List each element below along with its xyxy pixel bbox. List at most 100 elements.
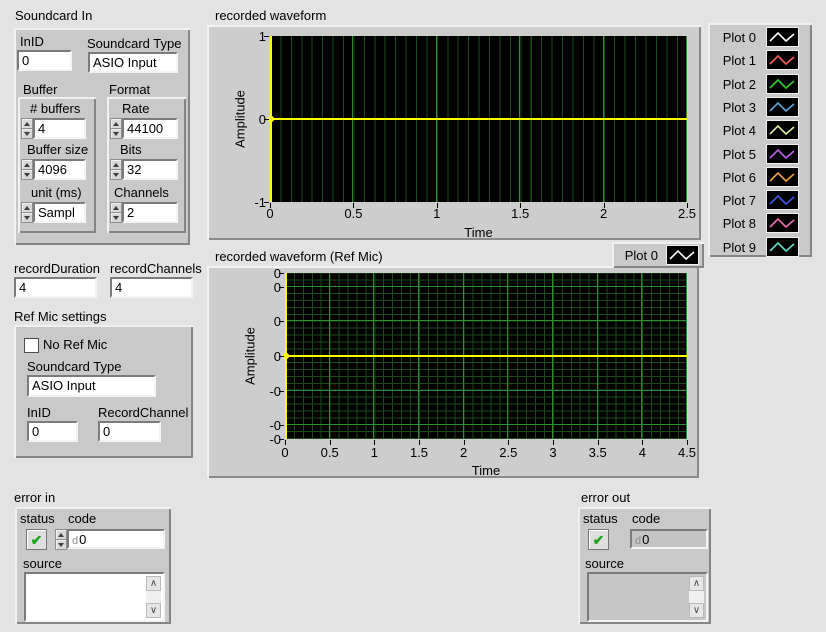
inid-label: InID	[20, 35, 44, 49]
record-channels-field[interactable]: 4	[110, 277, 193, 298]
check-icon: ✔	[31, 533, 43, 547]
x-tick-label: 0	[281, 445, 288, 460]
x-tick-label: 2	[600, 206, 607, 221]
waveform-zero-line	[270, 118, 687, 120]
y-tick-label: -0	[243, 432, 281, 447]
soundcard-type-field[interactable]: ASIO Input	[88, 52, 178, 73]
channels-spinner[interactable]	[110, 202, 122, 223]
legend-item-label[interactable]: Plot 6	[716, 170, 756, 185]
legend-item-label[interactable]: Plot 0	[716, 30, 756, 45]
legend-item-label[interactable]: Plot 0	[618, 248, 658, 263]
bits-field[interactable]: 32	[122, 159, 178, 180]
ref-mic-title: Ref Mic settings	[14, 310, 106, 324]
x-tick-label: 2.5	[499, 445, 517, 460]
buffer-size-label: Buffer size	[27, 143, 88, 157]
ref-soundcard-type-field[interactable]: ASIO Input	[27, 375, 156, 397]
x-tick-label: 2	[460, 445, 467, 460]
inid-field[interactable]: 0	[17, 50, 72, 71]
rate-field[interactable]: 44100	[122, 118, 178, 139]
chevron-down-icon[interactable]: ∨	[146, 603, 161, 618]
plot-area	[270, 36, 687, 202]
x-axis-label: Time	[472, 463, 500, 478]
y-tick-label: -0	[243, 384, 281, 399]
bits-spinner[interactable]	[110, 159, 122, 180]
legend-plot-style-box[interactable]	[766, 120, 799, 140]
legend-item-label[interactable]: Plot 8	[716, 216, 756, 231]
no-ref-mic-checkbox[interactable]	[24, 338, 39, 353]
soundcard-type-label: Soundcard Type	[87, 37, 181, 51]
rate-spinner[interactable]	[110, 118, 122, 139]
soundcard-in-cluster: InID 0 Soundcard Type ASIO Input Buffer …	[14, 28, 190, 245]
error-in-title: error in	[14, 491, 55, 505]
num-buffers-field[interactable]: 4	[33, 118, 86, 139]
error-in-source-label: source	[23, 557, 62, 571]
legend-item-label[interactable]: Plot 5	[716, 147, 756, 162]
soundcard-in-title: Soundcard In	[15, 9, 92, 23]
legend-plot-style-box[interactable]	[766, 213, 799, 233]
unit-spinner[interactable]	[21, 202, 33, 223]
record-channel-label: RecordChannel	[98, 406, 188, 420]
x-tick-label: 1.5	[511, 206, 529, 221]
source-scrollbar[interactable]: ∧ ∨	[689, 576, 704, 618]
unit-field[interactable]: Sampl	[33, 202, 86, 223]
ref-mic-waveform-legend: Plot 0	[612, 242, 704, 268]
legend-item-label[interactable]: Plot 2	[716, 77, 756, 92]
chevron-up-icon[interactable]: ∧	[146, 576, 161, 591]
chevron-up-icon[interactable]: ∧	[689, 576, 704, 591]
buffer-size-spinner[interactable]	[21, 159, 33, 180]
error-in-source-box[interactable]: ∧ ∨	[24, 572, 165, 622]
x-tick-label: 0.5	[321, 445, 339, 460]
radix-indicator: d	[635, 535, 641, 547]
legend-item-label[interactable]: Plot 7	[716, 193, 756, 208]
legend-item-label[interactable]: Plot 1	[716, 53, 756, 68]
num-buffers-spinner[interactable]	[21, 118, 33, 139]
radix-indicator: d	[72, 535, 78, 547]
y-tick-label: 0	[243, 266, 281, 281]
y-axis-label: Amplitude	[233, 90, 248, 148]
legend-plot-style-box[interactable]	[766, 237, 799, 257]
legend-plot-style-box[interactable]	[766, 167, 799, 187]
chevron-down-icon[interactable]: ∨	[689, 603, 704, 618]
y-tick-label: 1	[228, 29, 266, 44]
legend-plot-style-box[interactable]	[766, 190, 799, 210]
legend-plot-style-box[interactable]	[766, 144, 799, 164]
error-in-status-indicator[interactable]: ✔	[26, 529, 47, 550]
record-channel-field[interactable]: 0	[98, 421, 161, 442]
waveform-zero-line	[285, 355, 687, 357]
legend-item-label[interactable]: Plot 4	[716, 123, 756, 138]
legend-item-label[interactable]: Plot 9	[716, 240, 756, 255]
ref-inid-field[interactable]: 0	[27, 421, 78, 442]
ref-mic-waveform-title: recorded waveform (Ref Mic)	[215, 250, 383, 264]
num-buffers-label: # buffers	[30, 102, 80, 116]
rate-label: Rate	[122, 102, 149, 116]
error-in-status-label: status	[20, 512, 55, 526]
ref-inid-label: InID	[27, 406, 51, 420]
x-axis-label: Time	[464, 225, 492, 240]
error-in-code-spinner[interactable]	[55, 529, 67, 550]
x-tick-label: 3.5	[589, 445, 607, 460]
record-duration-field[interactable]: 4	[14, 277, 97, 298]
channels-field[interactable]: 2	[122, 202, 178, 223]
error-out-source-box: ∧ ∨	[587, 572, 708, 622]
format-title: Format	[109, 83, 150, 97]
format-cluster: Rate 44100 Bits 32 Channels 2	[107, 97, 186, 233]
x-tick-label: 3	[549, 445, 556, 460]
legend-item-label[interactable]: Plot 3	[716, 100, 756, 115]
legend-plot-style-box[interactable]	[766, 50, 799, 70]
legend-plot-style-box[interactable]	[766, 74, 799, 94]
buffer-title: Buffer	[23, 83, 57, 97]
grid-major-line	[285, 286, 687, 287]
error-in-code-field[interactable]: d0	[67, 529, 165, 549]
source-scrollbar[interactable]: ∧ ∨	[146, 576, 161, 618]
error-in-code-label: code	[68, 512, 96, 526]
x-tick-label: 1	[433, 206, 440, 221]
buffer-size-field[interactable]: 4096	[33, 159, 86, 180]
x-tick-label: 0.5	[344, 206, 362, 221]
legend-plot-style-box[interactable]	[766, 97, 799, 117]
error-out-code-label: code	[632, 512, 660, 526]
legend-plot-style-box[interactable]	[766, 27, 799, 47]
error-out-source-label: source	[585, 557, 624, 571]
ref-mic-waveform-graph: 00.511.522.533.544.50000-0-0-0TimeAmplit…	[207, 266, 699, 478]
legend-plot-style-box[interactable]	[666, 245, 699, 265]
error-in-cluster: status ✔ code d0 source ∧ ∨	[15, 507, 171, 624]
